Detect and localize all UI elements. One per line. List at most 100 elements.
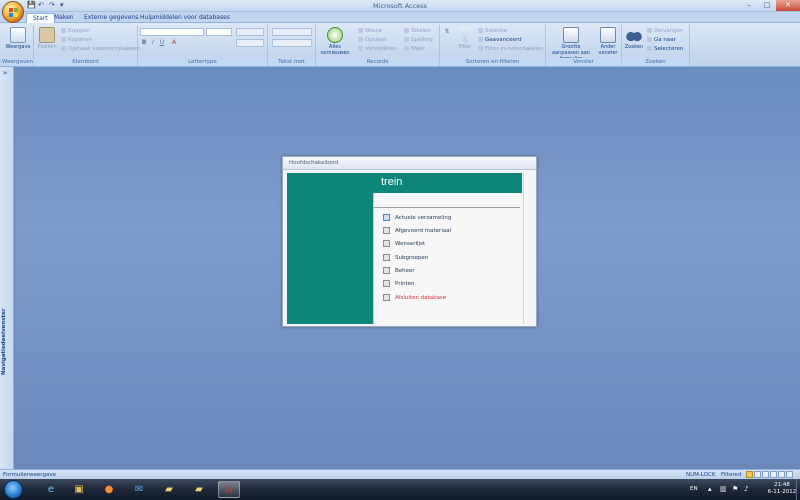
menu-button[interactable]	[383, 254, 390, 261]
filter-button[interactable]: Filter	[454, 27, 476, 50]
menu-item-wenserlijst[interactable]: Wenserlijst	[383, 239, 425, 248]
network-icon[interactable]: ▥	[720, 485, 727, 493]
group-title: Weergaven	[2, 58, 34, 66]
expand-chevron-icon[interactable]: »	[3, 69, 7, 77]
tab-hulpmiddelen[interactable]: Hulpmiddelen voor databases	[134, 13, 236, 23]
navigation-pane[interactable]: » Navigatiedeelvenster	[0, 67, 14, 469]
group-title: Records	[316, 58, 439, 66]
paste-button[interactable]: Plakken	[36, 27, 58, 50]
more-button[interactable]: Meer	[404, 46, 425, 53]
indent-buttons[interactable]	[272, 28, 312, 36]
tab-maken[interactable]: Maken	[48, 13, 80, 23]
view-icon	[10, 27, 26, 43]
group-title: Zoeken	[622, 58, 689, 66]
folder-icon[interactable]: ▰	[188, 481, 210, 498]
font-name-combo[interactable]	[140, 28, 204, 36]
advanced-filter-button[interactable]: Geavanceerd	[478, 37, 522, 44]
refresh-all-button[interactable]: Alles vernieuwen	[318, 27, 352, 56]
flag-icon[interactable]: ⚑	[732, 485, 738, 493]
ribbon-tabs: Start Maken Externe gegevens Hulpmiddele…	[0, 12, 800, 24]
menu-item-printen[interactable]: Printen	[383, 279, 415, 288]
view-button[interactable]: Weergave	[4, 27, 32, 50]
folder-icon[interactable]: ▰	[158, 481, 180, 498]
menu-item-actuele-verzameling[interactable]: Actuele verzameling	[383, 213, 451, 222]
group-records: Alles vernieuwen Nieuw Opslaan Verwijder…	[316, 25, 440, 66]
menu-item-afsluiten-database[interactable]: Afsluiten database	[383, 293, 446, 302]
thunderbird-icon[interactable]: ✉	[128, 481, 150, 498]
menu-button[interactable]	[383, 280, 390, 287]
clock-date: 6-11-2012	[767, 489, 797, 495]
menu-button[interactable]	[383, 240, 390, 247]
menu-button[interactable]	[383, 214, 390, 221]
clock[interactable]: 21:48 6-11-2012	[766, 482, 798, 496]
office-button[interactable]	[2, 1, 24, 23]
menu-item-subgroepen[interactable]: Subgroepen	[383, 253, 428, 262]
italic-button[interactable]: I	[149, 39, 157, 46]
office-logo-icon	[9, 8, 18, 17]
status-bar: Formulierweergave NUM-LOCK Filtered	[0, 469, 800, 479]
pivot-view-icon[interactable]	[778, 471, 785, 478]
close-button[interactable]: ✕	[776, 0, 800, 11]
funnel-icon	[457, 27, 473, 43]
group-zoeken: Zoeken Vervangen Ga naar Selecteren Zoek…	[622, 25, 690, 66]
menu-item-label: Wenserlijst	[395, 240, 426, 247]
firefox-icon[interactable]: ●	[98, 481, 120, 498]
format-painter-button[interactable]: Opmaak kopiëren/plakken	[61, 46, 140, 53]
group-title: Tekst met opmaak	[268, 58, 315, 73]
minimize-button[interactable]: –	[740, 0, 758, 11]
group-lettertype: B I U A Lettertype	[138, 25, 268, 66]
group-title: Sorteren en filteren	[440, 58, 545, 66]
layout-view-icon[interactable]	[762, 471, 769, 478]
fit-to-form-button[interactable]: Grootte aanpassen aan formulier	[548, 27, 594, 62]
menu-button[interactable]	[383, 294, 390, 301]
sort-ascending-button[interactable]: ⇅	[443, 28, 451, 35]
font-size-combo[interactable]	[206, 28, 232, 36]
save-record-button[interactable]: Opslaan	[358, 37, 387, 44]
list-buttons[interactable]	[272, 39, 312, 47]
fit-window-icon	[563, 27, 579, 43]
gridline-buttons[interactable]	[236, 39, 264, 47]
select-button[interactable]: Selecteren	[647, 46, 683, 53]
new-record-button[interactable]: Nieuw	[358, 28, 382, 35]
tray-arrow-icon[interactable]: ▴	[708, 485, 712, 493]
menu-button[interactable]	[383, 227, 390, 234]
menu-item-beheer[interactable]: Beheer	[383, 266, 415, 275]
font-color-button[interactable]: A	[170, 39, 178, 46]
access-icon[interactable]: A	[218, 481, 240, 498]
form-view-icon[interactable]	[746, 471, 753, 478]
maximize-button[interactable]: □	[758, 0, 776, 11]
show-desktop-button[interactable]	[796, 479, 800, 500]
align-buttons[interactable]	[236, 28, 264, 36]
form-title: Hoofdschakelbord	[283, 157, 536, 170]
toggle-filter-button[interactable]: Filter in-/uitschakelen	[478, 46, 544, 53]
selection-button[interactable]: Selectie	[478, 28, 507, 35]
spelling-button[interactable]: Spelling	[404, 37, 433, 44]
menu-button[interactable]	[383, 267, 390, 274]
menu-item-afgevoerd-materiaal[interactable]: Afgevoerd materiaal	[383, 226, 451, 235]
ribbon: Weergave Weergaven Plakken Knippen Kopië…	[0, 23, 800, 73]
window-title: Microsoft Access	[373, 2, 427, 10]
language-indicator[interactable]: EN	[690, 486, 698, 492]
goto-button[interactable]: Ga naar	[647, 37, 676, 44]
cut-button[interactable]: Knippen	[61, 28, 90, 35]
find-button[interactable]: Zoeken	[624, 27, 644, 50]
binoculars-icon	[626, 27, 642, 43]
ie-icon[interactable]: e	[40, 481, 62, 498]
delete-record-button[interactable]: Verwijderen	[358, 46, 397, 53]
totals-button[interactable]: Totalen	[404, 28, 431, 35]
start-button[interactable]	[4, 480, 23, 499]
underline-button[interactable]: U	[158, 39, 166, 46]
chart-view-icon[interactable]	[786, 471, 793, 478]
design-view-icon[interactable]	[770, 471, 777, 478]
copy-button[interactable]: Kopiëren	[61, 37, 92, 44]
menu-item-label: Afgevoerd materiaal	[395, 227, 452, 234]
bold-button[interactable]: B	[140, 39, 148, 46]
clipboard-icon	[39, 27, 55, 43]
menu-item-label: Afsluiten database	[395, 294, 447, 301]
group-title: Lettertype	[138, 58, 267, 66]
volume-icon[interactable]: ♪	[744, 485, 748, 493]
switch-window-button[interactable]: Ander venster	[596, 27, 620, 56]
datasheet-view-icon[interactable]	[754, 471, 761, 478]
replace-button[interactable]: Vervangen	[647, 28, 683, 35]
explorer-icon[interactable]: ▣	[68, 481, 90, 498]
